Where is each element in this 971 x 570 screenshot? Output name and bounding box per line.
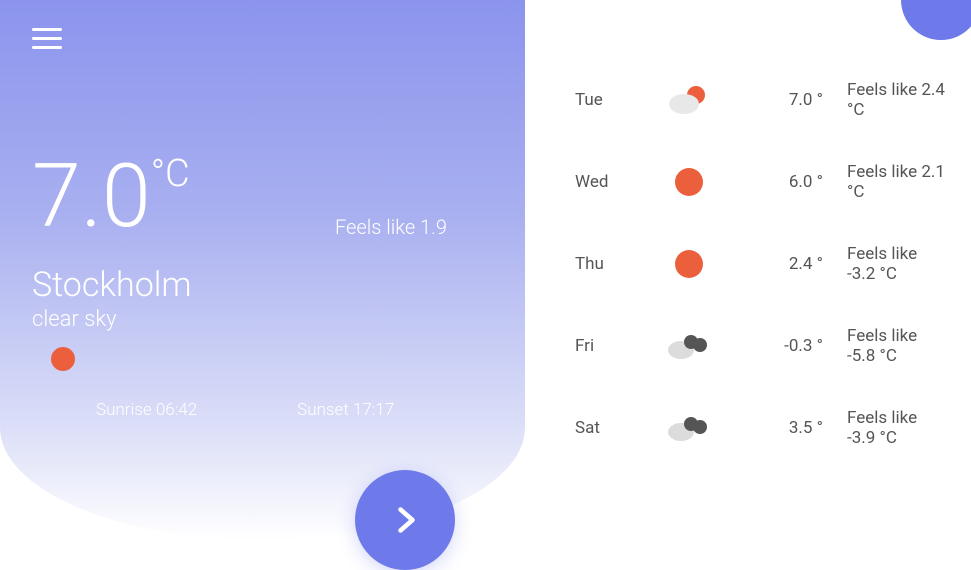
forecast-row: Fri -0.3 ° Feels like -5.8 °C (575, 326, 947, 366)
forecast-day: Thu (575, 254, 635, 274)
forecast-row: Tue 7.0 ° Feels like 2.4 °C (575, 80, 947, 120)
forecast-feels-like: Feels like 2.1 °C (847, 162, 947, 202)
forecast-temp: 3.5 ° (743, 418, 823, 438)
current-weather-panel: 7.0°C Feels like 1.9 Stockholm clear sky… (0, 0, 525, 540)
forecast-day: Sat (575, 418, 635, 438)
menu-icon[interactable] (32, 24, 62, 53)
sunset-label: Sunset 17:17 (297, 400, 394, 420)
forecast-temp: 2.4 ° (743, 254, 823, 274)
forecast-feels-like: Feels like 2.4 °C (847, 80, 947, 120)
forecast-feels-like: Feels like -3.9 °C (847, 408, 947, 448)
corner-button[interactable] (901, 0, 971, 40)
weather-description: clear sky (32, 307, 493, 332)
forecast-row: Sat 3.5 ° Feels like -3.9 °C (575, 408, 947, 448)
chevron-right-icon (387, 502, 423, 538)
forecast-panel: Tue 7.0 ° Feels like 2.4 °C Wed 6.0 ° Fe… (525, 0, 971, 540)
sun-icon (659, 249, 719, 279)
forecast-temp: 7.0 ° (743, 90, 823, 110)
forecast-feels-like: Feels like -5.8 °C (847, 326, 947, 366)
feels-like-label: Feels like 1.9 (335, 215, 447, 239)
sun-times: Sunrise 06:42 Sunset 17:17 (96, 400, 493, 420)
sun-icon (50, 346, 493, 372)
sunrise-label: Sunrise 06:42 (96, 400, 197, 420)
forecast-day: Wed (575, 172, 635, 192)
forecast-feels-like: Feels like -3.2 °C (847, 244, 947, 284)
forecast-temp: -0.3 ° (743, 336, 823, 356)
partly-cloudy-icon (659, 85, 719, 115)
forecast-row: Thu 2.4 ° Feels like -3.2 °C (575, 244, 947, 284)
sun-icon (659, 167, 719, 197)
forecast-row: Wed 6.0 ° Feels like 2.1 °C (575, 162, 947, 202)
forecast-temp: 6.0 ° (743, 172, 823, 192)
cloudy-icon (659, 332, 719, 360)
forecast-day: Tue (575, 90, 635, 110)
next-button[interactable] (355, 470, 455, 570)
temperature-unit: °C (151, 152, 190, 196)
city-name: Stockholm (32, 265, 493, 305)
current-temperature: 7.0 (32, 153, 151, 241)
forecast-day: Fri (575, 336, 635, 356)
cloudy-icon (659, 414, 719, 442)
